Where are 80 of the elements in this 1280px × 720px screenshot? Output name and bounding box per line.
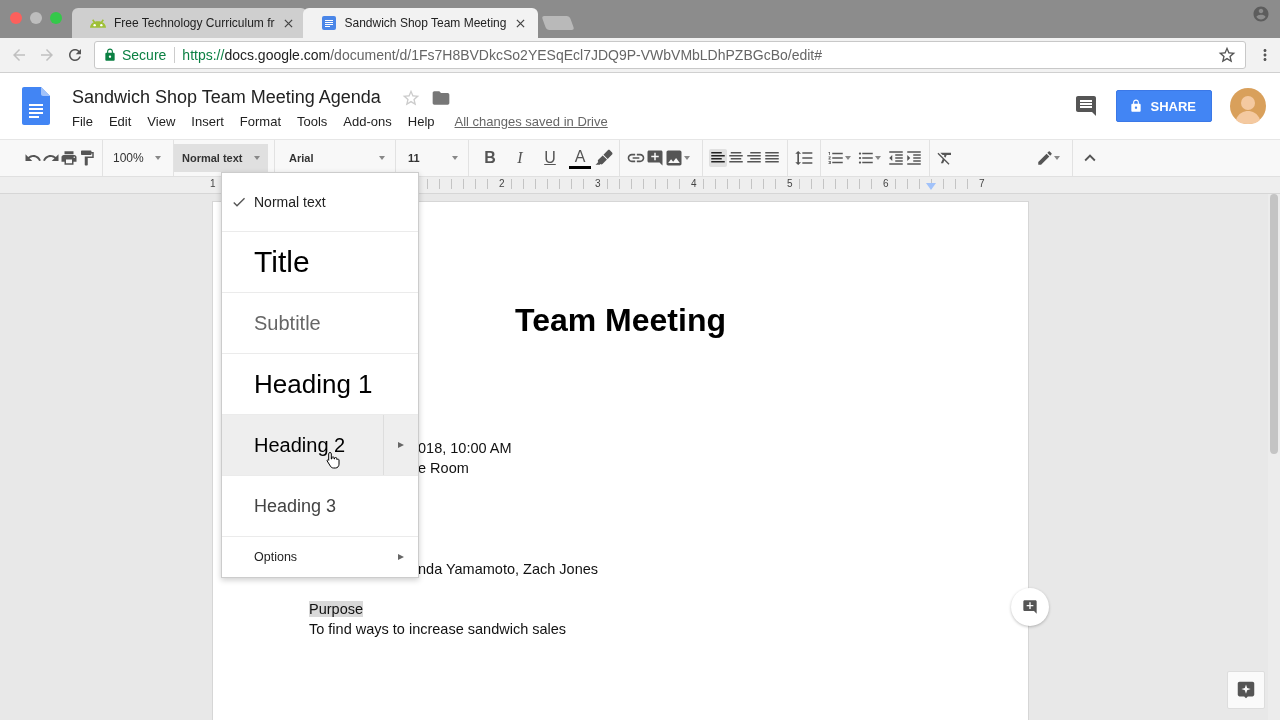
save-status-link[interactable]: All changes saved in Drive — [454, 114, 608, 129]
android-icon — [90, 18, 106, 28]
caret-icon — [875, 156, 881, 160]
pencil-icon[interactable] — [1036, 149, 1054, 167]
reload-icon[interactable] — [66, 46, 84, 64]
add-comment-icon[interactable] — [646, 149, 664, 167]
add-comment-button[interactable] — [1011, 588, 1049, 626]
line-spacing-icon[interactable] — [794, 148, 814, 168]
comments-icon[interactable] — [1074, 94, 1099, 118]
highlighter-icon[interactable] — [595, 149, 613, 167]
image-icon[interactable] — [664, 148, 684, 168]
ruler-number: 2 — [498, 178, 506, 189]
url-text: https://docs.google.com/document/d/1Fs7H8BVDkcSo2YESqEcl7JDQ9P-VWbVMbLDhPZBGcBo/edit# — [182, 47, 822, 63]
document-text: 018, 10:00 AM — [418, 440, 512, 456]
lock-icon — [103, 48, 117, 62]
menu-item[interactable]: Title — [222, 231, 418, 292]
document-text: e Room — [418, 460, 469, 476]
menu-item[interactable]: Insert — [191, 114, 224, 129]
caret-icon — [155, 156, 161, 160]
bookmark-star-icon[interactable] — [1217, 45, 1237, 65]
browser-tab[interactable]: Sandwich Shop Team Meeting — [302, 8, 539, 38]
menu-item[interactable]: Normal text — [222, 173, 418, 231]
caret-icon — [684, 156, 690, 160]
menu-item[interactable]: Add-ons — [343, 114, 392, 129]
bold-button[interactable]: B — [475, 144, 505, 172]
document-text: nda Yamamoto, Zach Jones — [418, 561, 598, 577]
menu-item[interactable]: Format — [239, 114, 281, 129]
share-button[interactable]: SHARE — [1116, 90, 1212, 122]
menu-item[interactable]: Heading 3 — [222, 475, 418, 536]
align-left-icon[interactable] — [709, 149, 727, 167]
hand-cursor-icon — [326, 451, 340, 469]
ruler-number: 4 — [690, 178, 698, 189]
security-label: Secure — [122, 47, 176, 63]
caret-icon — [379, 156, 385, 160]
italic-button[interactable]: I — [505, 144, 535, 172]
menu-item[interactable]: Edit — [108, 114, 132, 129]
menu-item[interactable]: File — [72, 114, 93, 129]
menu-item[interactable]: Subtitle — [222, 292, 418, 353]
menu-item[interactable]: Options — [222, 536, 418, 577]
decrease-indent-icon[interactable] — [887, 149, 905, 167]
ruler-number: 5 — [786, 178, 794, 189]
ruler-number: 6 — [882, 178, 890, 189]
menu-item[interactable]: Tools — [297, 114, 328, 129]
scrollbar-thumb[interactable] — [1270, 194, 1278, 454]
close-icon[interactable] — [282, 17, 295, 29]
caret-icon — [1054, 156, 1060, 160]
font-size-dropdown[interactable]: 11 — [402, 144, 462, 172]
document-heading: Team Meeting — [515, 302, 726, 338]
close-icon[interactable] — [514, 17, 527, 29]
paint-format-icon[interactable] — [78, 149, 96, 167]
caret-icon — [254, 156, 260, 160]
explore-button[interactable] — [1227, 671, 1265, 709]
lock-icon — [1129, 99, 1144, 113]
document-text: Purpose — [309, 601, 363, 617]
tab-title: Sandwich Shop Team Meeting — [344, 16, 507, 30]
print-icon[interactable] — [60, 149, 78, 167]
browser-tab[interactable]: Free Technology Curriculum fr — [72, 8, 307, 38]
underline-button[interactable]: U — [535, 144, 565, 172]
explore-icon — [1235, 679, 1257, 701]
document-title[interactable]: Sandwich Shop Team Meeting Agenda — [72, 87, 381, 108]
menu-item[interactable]: Help — [407, 114, 435, 129]
ruler-number: 1 — [209, 178, 217, 189]
caret-icon — [452, 156, 458, 160]
zoom-dropdown[interactable]: 100% — [109, 144, 167, 172]
caret-icon — [845, 156, 851, 160]
increase-indent-icon[interactable] — [905, 149, 923, 167]
document-text: To find ways to increase sandwich sales — [309, 621, 567, 637]
paragraph-style-dropdown[interactable]: Normal text — [174, 144, 268, 172]
menu-item[interactable]: Heading 2 — [222, 414, 418, 475]
add-comment-icon — [1022, 599, 1038, 615]
text-color-button[interactable]: A — [569, 147, 591, 169]
document-icon — [320, 15, 337, 31]
tab-title: Free Technology Curriculum fr — [114, 16, 275, 30]
docs-logo-icon[interactable] — [22, 87, 50, 125]
ruler-number: 7 — [978, 178, 986, 189]
font-dropdown[interactable]: Arial — [281, 144, 389, 172]
ruler-number: 3 — [594, 178, 602, 189]
numbered-list-icon[interactable] — [827, 149, 845, 167]
menu-item[interactable]: View — [147, 114, 176, 129]
address-field[interactable]: Secure https://docs.google.com/document/d/1Fs7H8BVDkcSo2YESqEcl7JDQ9P-VWbVMbLDhPZBGcBo/edit# — [94, 41, 1246, 69]
